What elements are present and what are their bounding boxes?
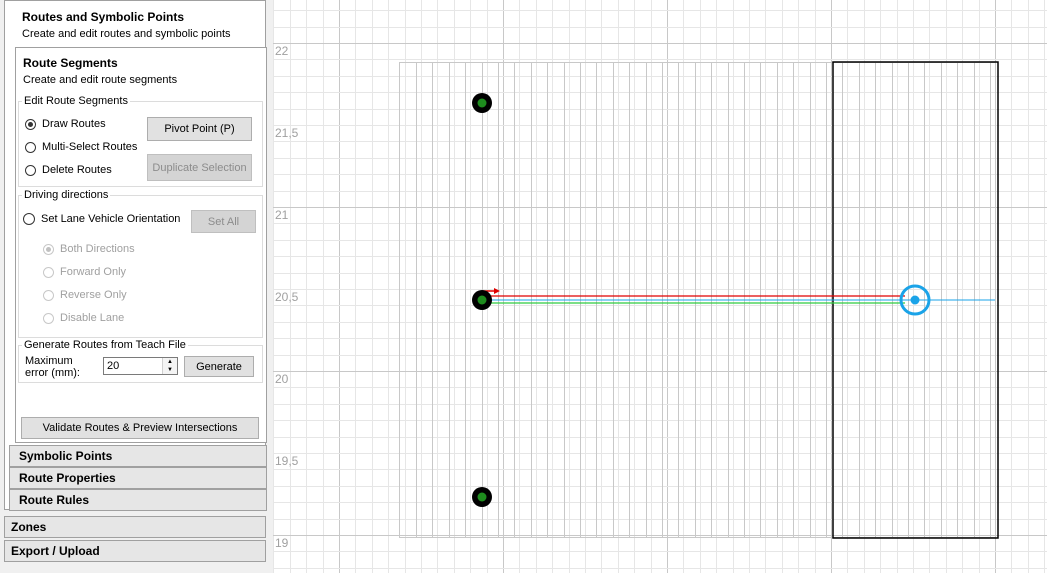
reverse-only-label: Reverse Only [60, 289, 127, 301]
radio-icon [25, 141, 36, 153]
duplicate-selection-button[interactable]: Duplicate Selection [147, 154, 252, 181]
route-segments-section: Route Segments Create and edit route seg… [15, 47, 267, 443]
radio-icon [43, 312, 54, 324]
disable-lane-label: Disable Lane [60, 312, 125, 324]
both-directions-radio[interactable]: Both Directions [43, 243, 135, 255]
max-error-label-line1: Maximum [25, 355, 73, 367]
max-error-label-line2: error (mm): [25, 367, 80, 379]
max-error-label: Maximum error (mm): [25, 355, 80, 379]
disable-lane-radio[interactable]: Disable Lane [43, 312, 124, 324]
export-upload-section[interactable]: Export / Upload [4, 540, 266, 562]
panel-title: Routes and Symbolic Points [22, 10, 185, 24]
delete-routes-label: Delete Routes [42, 164, 112, 176]
generate-routes-group: Generate Routes from Teach File Maximum … [18, 339, 263, 383]
radio-icon [43, 266, 54, 278]
draw-routes-label: Draw Routes [42, 118, 106, 130]
edit-group-title: Edit Route Segments [22, 95, 130, 107]
route-segments-subtitle: Create and edit route segments [23, 74, 178, 86]
symbolic-point[interactable] [472, 290, 492, 310]
multi-select-routes-radio[interactable]: Multi-Select Routes [25, 141, 137, 153]
stepper-up-icon[interactable]: ▲ [163, 358, 177, 366]
arrow-head-icon [494, 288, 500, 294]
delete-routes-radio[interactable]: Delete Routes [25, 164, 112, 176]
y-tick-label: 19,5 [275, 454, 299, 468]
pivot-point-button[interactable]: Pivot Point (P) [147, 117, 252, 141]
radio-checked-icon [25, 118, 36, 130]
forward-only-label: Forward Only [60, 266, 127, 278]
stepper-buttons: ▲ ▼ [162, 358, 177, 374]
multi-select-label: Multi-Select Routes [42, 141, 138, 153]
max-error-stepper[interactable]: 20 ▲ ▼ [103, 357, 178, 375]
driving-directions-group: Driving directions Set Lane Vehicle Orie… [18, 189, 263, 338]
y-tick-label: 21 [275, 208, 289, 222]
routes-panel: Routes and Symbolic Points Create and ed… [4, 0, 267, 511]
y-tick-label: 20 [275, 372, 289, 386]
symbolic-point[interactable] [472, 93, 492, 113]
route-segments-title: Route Segments [23, 56, 118, 70]
y-tick-label: 19 [275, 536, 289, 550]
max-error-value: 20 [107, 360, 120, 372]
symbolic-point[interactable] [472, 487, 492, 507]
validate-routes-button[interactable]: Validate Routes & Preview Intersections [21, 417, 259, 439]
both-directions-label: Both Directions [60, 243, 135, 255]
set-all-button[interactable]: Set All [191, 210, 256, 233]
grid [273, 0, 1047, 573]
draw-routes-radio[interactable]: Draw Routes [25, 118, 106, 130]
radio-icon [23, 213, 35, 225]
y-tick-label: 22 [275, 44, 289, 58]
generate-button[interactable]: Generate [184, 356, 254, 377]
generate-group-title: Generate Routes from Teach File [22, 339, 188, 351]
map-canvas[interactable]: 22 21,5 21 20,5 20 19,5 19 [273, 0, 1047, 573]
set-orientation-label: Set Lane Vehicle Orientation [41, 213, 181, 225]
set-lane-orientation-radio[interactable]: Set Lane Vehicle Orientation [23, 213, 180, 225]
y-axis-labels: 22 21,5 21 20,5 20 19,5 19 [275, 44, 299, 550]
route-rules-section[interactable]: Route Rules [9, 489, 267, 511]
panel-subtitle: Create and edit routes and symbolic poin… [22, 28, 231, 40]
driving-group-title: Driving directions [22, 189, 111, 201]
y-tick-label: 21,5 [275, 126, 299, 140]
route-properties-section[interactable]: Route Properties [9, 467, 267, 489]
reverse-only-radio[interactable]: Reverse Only [43, 289, 127, 301]
y-tick-label: 20,5 [275, 290, 299, 304]
zones-section[interactable]: Zones [4, 516, 266, 538]
radio-checked-icon [43, 243, 54, 255]
stepper-down-icon[interactable]: ▼ [163, 366, 177, 374]
symbolic-points-section[interactable]: Symbolic Points [9, 445, 267, 467]
radio-icon [43, 289, 54, 301]
forward-only-radio[interactable]: Forward Only [43, 266, 126, 278]
edit-route-segments-group: Edit Route Segments Draw Routes Multi-Se… [18, 95, 263, 187]
map-svg[interactable]: 22 21,5 21 20,5 20 19,5 19 [273, 0, 1047, 573]
radio-icon [25, 164, 36, 176]
